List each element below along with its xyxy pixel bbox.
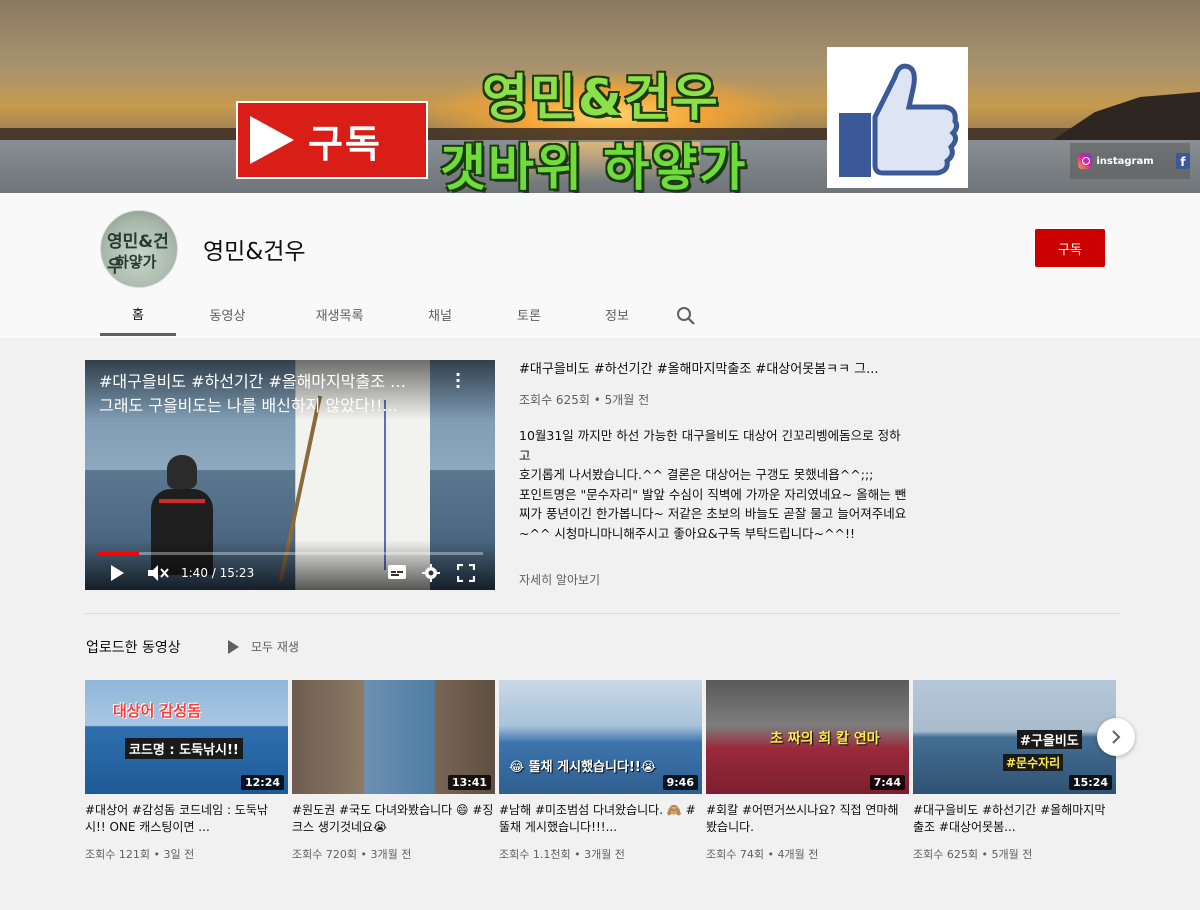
banner-island [1050,92,1200,142]
thumbnail-text: #문수자리 [1003,754,1064,771]
channel-tabs: 홈 동영상 재생목록 채널 토론 정보 [100,293,716,338]
video-card[interactable]: 대상어 감성돔 코드명 : 도둑낚시!! 12:24 #대상어 #감성돔 코드네… [85,680,288,862]
channel-name: 영민&건우 [203,239,306,265]
video-duration: 7:44 [869,775,905,790]
video-meta: 조회수 74회 • 4개월 전 [706,848,819,861]
video-duration: 12:24 [240,775,284,790]
tab-channels[interactable]: 채널 [400,293,480,336]
fullscreen-icon[interactable] [457,564,475,582]
video-duration: 9:46 [662,775,698,790]
mute-icon[interactable] [147,564,169,582]
video-duration: 15:24 [1068,775,1112,790]
thumbnail-text: 대상어 감성돔 [113,702,202,720]
player-time: 1:40 / 15:23 [181,566,255,580]
thumbnail-text: #구을비도 [1017,730,1082,749]
subtitles-icon[interactable] [387,564,407,580]
play-icon [250,116,294,164]
play-all-button[interactable]: 모두 재생 [228,638,299,655]
play-icon[interactable] [109,564,125,582]
video-thumbnail[interactable]: #구을비도 #문수자리 15:24 [913,680,1116,794]
channel-banner: 구독 영민&건우 갯바위 하얗가 instagram f [0,0,1200,193]
read-more-link[interactable]: 자세히 알아보기 [519,571,600,588]
video-meta: 조회수 625회 • 5개월 전 [913,848,1033,861]
featured-video-title[interactable]: #대구을비도 #하선기간 #올해마지막출조 #대상어못봄ㅋㅋ 그... [519,358,904,377]
thumbs-up-graphic [827,47,968,188]
banner-subtitle: 갯바위 하얗가 [440,139,748,193]
video-thumbnail[interactable]: 초 짜의 회 칼 연마 7:44 [706,680,909,794]
thumbs-up-icon [839,63,960,177]
avatar[interactable]: 영민&건우 하얗가 [100,210,178,288]
video-card[interactable]: 😂 뚤채 게시했습니다!!😭 9:46 #남해 #미조범섬 다녀왔습니다. 🙈 … [499,680,702,862]
player-title-line-2: 그래도 구을비도는 나를 배신하지 않았다!!... [99,396,398,415]
instagram-icon[interactable] [1078,153,1093,169]
video-meta: 조회수 720회 • 3개월 전 [292,848,412,861]
settings-icon[interactable] [422,564,440,582]
chevron-right-icon [1112,730,1121,744]
uploads-section-title[interactable]: 업로드한 동영상 [86,637,181,657]
tab-home[interactable]: 홈 [100,293,176,336]
banner-subscribe-graphic: 구독 [236,101,428,179]
featured-video-description: 10월31일 까지만 하선 가능한 대구을비도 대상어 긴꼬리벵에돔으로 정하고… [519,428,907,541]
video-card[interactable]: 13:41 #원도권 #국도 다녀와봤습니다 😄 #징크스 생기것네요😭 조회수… [292,680,495,862]
video-thumbnail[interactable]: 13:41 [292,680,495,794]
thumbnail-text: 코드명 : 도둑낚시!! [125,738,243,759]
video-meta: 조회수 1.1천회 • 3개월 전 [499,848,625,861]
video-title[interactable]: #원도권 #국도 다녀와봤습니다 😄 #징크스 생기것네요😭 [292,802,495,836]
avatar-text-2: 하얗가 [115,253,157,271]
instagram-link[interactable]: instagram [1096,156,1153,167]
banner-subscribe-text: 구독 [308,121,382,166]
video-card[interactable]: 초 짜의 회 칼 연마 7:44 #회칼 #어떤거쓰시나요? 직접 연마해봤습니… [706,680,909,862]
tab-discussion[interactable]: 토론 [480,293,578,336]
video-thumbnail[interactable]: 대상어 감성돔 코드명 : 도둑낚시!! 12:24 [85,680,288,794]
social-links: instagram f [1070,143,1190,179]
play-icon [228,639,239,654]
channel-search-button[interactable] [656,293,716,338]
facebook-icon[interactable]: f [1175,153,1190,169]
video-meta: 조회수 121회 • 3일 전 [85,848,195,861]
progress-fill [97,552,139,555]
thumbnail-text: 😂 뚤채 게시했습니다!!😭 [509,760,656,775]
tab-playlists[interactable]: 재생목록 [279,293,400,336]
video-thumbnail[interactable]: 😂 뚤채 게시했습니다!!😭 9:46 [499,680,702,794]
featured-video-meta: 조회수 625회 • 5개월 전 [519,393,650,407]
next-videos-button[interactable] [1097,718,1135,756]
tab-videos[interactable]: 동영상 [176,293,279,336]
player-title[interactable]: #대구을비도 #하선기간 #올해마지막출조 … [99,370,449,393]
video-duration: 13:41 [447,775,491,790]
video-title[interactable]: #남해 #미조범섬 다녀왔습니다. 🙈 #뚤채 게시했습니다!!!... [499,802,702,836]
section-divider [85,613,1120,614]
thumbnail-text: 초 짜의 회 칼 연마 [770,731,880,747]
progress-bar[interactable] [97,552,483,555]
banner-title: 영민&건우 [482,69,720,127]
tab-about[interactable]: 정보 [578,293,656,336]
video-title[interactable]: #대구을비도 #하선기간 #올해마지막출조 #대상어못봄... [913,802,1116,836]
search-icon [677,306,695,325]
video-title[interactable]: #회칼 #어떤거쓰시나요? 직접 연마해봤습니다. [706,802,909,836]
play-all-label: 모두 재생 [251,640,299,654]
subscribe-button[interactable]: 구독 [1035,229,1105,267]
video-card[interactable]: #구을비도 #문수자리 15:24 #대구을비도 #하선기간 #올해마지막출조 … [913,680,1116,862]
video-title[interactable]: #대상어 #감성돔 코드네임 : 도둑낚시!! ONE 캐스팅이면 ... [85,802,288,836]
featured-video-player[interactable]: #대구을비도 #하선기간 #올해마지막출조 … 그래도 구을비도는 나를 배신하… [85,360,495,590]
more-options-icon[interactable]: · · · [455,367,461,395]
